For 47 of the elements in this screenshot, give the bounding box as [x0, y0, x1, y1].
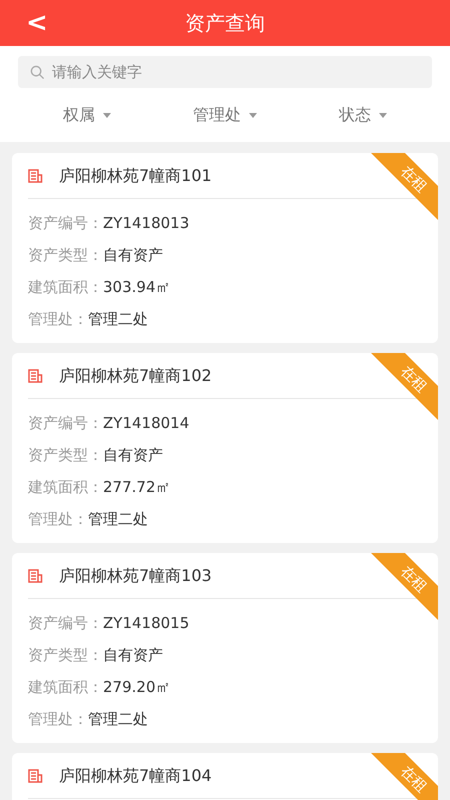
document-icon	[28, 368, 43, 382]
field-label: 建筑面积：	[28, 476, 103, 498]
field-value: 管理二处	[88, 508, 148, 530]
field-label: 管理处：	[28, 508, 88, 530]
asset-name: 庐阳柳林苑7幢商101	[59, 164, 212, 186]
page-title: 资产查询	[185, 10, 265, 37]
document-icon	[28, 768, 43, 782]
field-value: 管理二处	[88, 708, 148, 730]
field-value: 自有资产	[103, 244, 163, 266]
field-label: 资产类型：	[28, 444, 103, 466]
field-value: 277.72㎡	[103, 476, 170, 498]
field-value: ZY1418014	[103, 412, 190, 434]
caret-icon	[103, 112, 111, 118]
search-field[interactable]: 请输入关键字	[18, 56, 432, 88]
field-label: 资产编号：	[28, 412, 103, 434]
field-value: ZY1418013	[103, 212, 190, 234]
caret-icon	[379, 112, 387, 118]
field-value: 303.94㎡	[103, 276, 170, 298]
back-button[interactable]: <	[22, 0, 52, 46]
field-label: 建筑面积：	[28, 276, 103, 298]
document-icon	[28, 568, 43, 582]
asset-card[interactable]: 庐阳柳林苑7幢商101 资产编号：ZY1418013 资产类型：自有资产 建筑面积：303.94㎡ 管理处：管理二处 在租	[12, 153, 438, 343]
asset-card[interactable]: 庐阳柳林苑7幢商102 资产编号：ZY1418014 资产类型：自有资产 建筑面积：277.72㎡ 管理处：管理二处 在租	[12, 353, 438, 543]
field-label: 资产编号：	[28, 612, 103, 634]
document-icon	[28, 168, 43, 182]
filter-dropdown[interactable]: 状态	[339, 103, 387, 127]
field-label: 管理处：	[28, 708, 88, 730]
asset-name: 庐阳柳林苑7幢商104	[59, 764, 212, 786]
field-label: 管理处：	[28, 308, 88, 330]
field-label: 资产类型：	[28, 244, 103, 266]
field-label: 建筑面积：	[28, 676, 103, 698]
status-ribbon: 在租	[368, 753, 438, 800]
caret-icon	[249, 112, 257, 118]
filter-dropdown[interactable]: 权属	[63, 103, 111, 127]
field-label: 资产编号：	[28, 212, 103, 234]
asset-card[interactable]: 庐阳柳林苑7幢商103 资产编号：ZY1418015 资产类型：自有资产 建筑面积：279.20㎡ 管理处：管理二处 在租	[12, 553, 438, 743]
field-value: 管理二处	[88, 308, 148, 330]
asset-name: 庐阳柳林苑7幢商102	[59, 364, 212, 386]
field-value: ZY1418015	[103, 612, 190, 634]
filter-dropdown[interactable]: 管理处	[193, 103, 257, 127]
field-value: 自有资产	[103, 444, 163, 466]
asset-name: 庐阳柳林苑7幢商103	[59, 564, 212, 586]
search-icon	[30, 65, 45, 80]
field-value: 279.20㎡	[103, 676, 170, 698]
asset-card[interactable]: 庐阳柳林苑7幢商104 在租	[12, 753, 438, 800]
field-value: 自有资产	[103, 644, 163, 666]
field-label: 资产类型：	[28, 644, 103, 666]
